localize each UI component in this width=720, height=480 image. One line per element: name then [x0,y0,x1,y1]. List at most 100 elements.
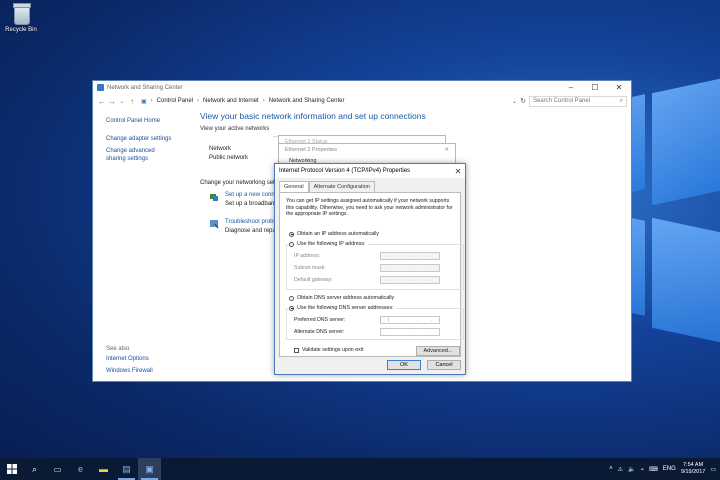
recycle-bin-desktop-icon[interactable]: Recycle Bin [4,2,38,33]
tab-alternate-configuration[interactable]: Alternate Configuration [308,181,375,192]
breadcrumb-item[interactable]: Network and Internet [203,98,259,104]
network-type: Public network [209,155,249,161]
subnet-mask-label: Subnet mask: [294,265,326,271]
alternate-dns-input[interactable]: ... [380,328,440,336]
network-settings-taskbar-icon[interactable]: ▣ [138,458,161,480]
title-bar[interactable]: Network and Sharing Center – ☐ ✕ [93,81,631,94]
subnet-mask-input[interactable]: ... [380,264,440,272]
up-arrow-icon[interactable]: ↑ [127,97,137,106]
start-button[interactable] [0,458,23,480]
breadcrumb-item[interactable]: Control Panel [157,98,193,104]
dialog-title-bar[interactable]: Internet Protocol Version 4 (TCP/IPv4) P… [275,164,465,178]
setup-connection-link[interactable]: Set up a new conn [225,192,275,198]
breadcrumb-root-icon: ▣ [141,98,147,105]
nav-control-panel-home[interactable]: Control Panel Home [106,117,186,125]
left-nav: Control Panel Home Change adapter settin… [106,117,186,374]
clock-date: 9/19/2017 [680,469,706,475]
cancel-button[interactable]: Cancel [427,360,461,370]
control-panel-taskbar-icon[interactable]: ▤ [115,458,138,480]
refresh-icon[interactable]: ↻ [517,97,529,105]
obtain-dns-auto-radio[interactable]: Obtain DNS server address automatically [289,295,394,302]
breadcrumb[interactable]: ▣ › Control Panel › Network and Internet… [137,96,517,107]
ok-button[interactable]: OK [387,360,421,370]
setup-connection-desc: Set up a broadban [225,201,275,207]
ip-address-input[interactable]: ... [380,252,440,260]
nav-internet-options[interactable]: Internet Options [106,355,149,363]
search-placeholder: Search Control Panel [533,98,591,104]
dialog-title: Internet Protocol Version 4 (TCP/IPv4) P… [279,168,411,174]
intro-text: You can get IP settings assigned automat… [286,198,453,217]
back-arrow-icon[interactable]: ← [97,97,107,106]
ipv4-properties-dialog: Internet Protocol Version 4 (TCP/IPv4) P… [274,163,466,375]
ethernet-properties-title: Ethernet 2 Properties [285,147,337,153]
troubleshoot-icon [209,219,219,229]
tab-general[interactable]: General [279,181,309,192]
dialog-close-icon[interactable]: ✕ [451,167,465,176]
recycle-bin-icon [11,2,31,25]
edge-browser-icon[interactable]: e [69,458,92,480]
nav-windows-firewall[interactable]: Windows Firewall [106,367,153,375]
radio-selected-icon [289,231,294,237]
troubleshoot-link[interactable]: Troubleshoot probl [225,219,275,225]
general-panel: You can get IP settings assigned automat… [279,192,464,357]
obtain-ip-auto-radio[interactable]: Obtain an IP address automatically [289,231,379,238]
advanced-button[interactable]: Advanced... [416,346,460,356]
dialog-tabs: General Alternate Configuration [275,178,465,192]
main-content: View your basic network information and … [200,111,610,132]
radio-empty-icon [289,295,294,301]
close-button[interactable]: ✕ [607,83,631,92]
obtain-ip-auto-label: Obtain an IP address automatically [297,231,380,237]
windows-start-icon [6,464,17,474]
see-also-label: See also [106,346,130,352]
use-following-dns-radio[interactable]: Use the following DNS server addresses: [289,305,396,312]
validate-settings-checkbox[interactable]: Validate settings upon exit [294,347,363,354]
address-bar: ← → ⌄ ↑ ▣ › Control Panel › Network and … [93,94,631,108]
breadcrumb-item[interactable]: Network and Sharing Center [269,98,345,104]
nav-change-adapter-settings[interactable]: Change adapter settings [106,135,186,143]
maximize-button[interactable]: ☐ [583,83,607,92]
use-following-ip-radio[interactable]: Use the following IP address: [289,241,368,248]
preferred-dns-input[interactable]: |... [380,316,440,324]
default-gateway-input[interactable]: ... [380,276,440,284]
action-center-icon[interactable]: ▭ [710,466,716,473]
search-taskbar-icon[interactable]: ⌕ [23,458,46,480]
radio-empty-icon [289,241,294,247]
forward-arrow-icon[interactable]: → [107,97,117,106]
file-explorer-icon[interactable]: ▬ [92,458,115,480]
checkbox-icon [294,347,299,353]
preferred-dns-label: Preferred DNS server: [294,317,346,323]
setup-connection-icon [209,192,219,202]
network-name: Network [209,146,232,152]
recycle-bin-label: Recycle Bin [5,27,37,33]
search-input[interactable]: Search Control Panel ⌕ [529,95,627,107]
task-view-icon[interactable]: ▭ [46,458,69,480]
notification-warning-icon[interactable]: ⚠ [618,466,623,473]
radio-selected-icon [289,305,294,311]
volume-icon[interactable]: 🔈 [628,466,635,473]
use-following-dns-label: Use the following DNS server addresses: [297,305,394,311]
show-hidden-icons-icon[interactable]: ˄ [609,466,613,472]
use-following-ip-label: Use the following IP address: [297,241,366,247]
nav-change-advanced-sharing[interactable]: Change advanced sharing settings [106,147,176,163]
taskbar: ⌕ ▭ e ▬ ▤ ▣ ˄ ⚠ 🔈 ⌁ ⌨ ENG 7:54 AM 9/19/2… [0,458,720,480]
alternate-dns-label: Alternate DNS server: [294,329,345,335]
default-gateway-label: Default gateway: [294,277,333,283]
obtain-dns-auto-label: Obtain DNS server address automatically [297,295,395,301]
change-settings-label: Change your networking sett [200,180,277,186]
active-networks-label: View your active networks [200,126,270,132]
window-title: Network and Sharing Center [107,84,183,91]
system-tray: ˄ ⚠ 🔈 ⌁ ⌨ ENG 7:54 AM 9/19/2017 ▭ [609,462,720,476]
page-title: View your basic network information and … [200,111,426,121]
recent-chevron-icon[interactable]: ⌄ [117,98,127,105]
minimize-button[interactable]: – [559,83,583,92]
troubleshoot-desc: Diagnose and repa [225,228,276,234]
keyboard-icon[interactable]: ⌨ [649,466,658,473]
clock[interactable]: 7:54 AM 9/19/2017 [681,462,705,476]
close-icon[interactable]: ✕ [444,147,449,153]
network-tray-icon[interactable]: ⌁ [641,466,645,473]
validate-settings-label: Validate settings upon exit [302,347,364,353]
clock-time: 7:54 AM [683,462,704,468]
language-indicator[interactable]: ENG [663,466,676,472]
search-icon: ⌕ [619,97,623,104]
ip-address-label: IP address: [294,253,321,259]
